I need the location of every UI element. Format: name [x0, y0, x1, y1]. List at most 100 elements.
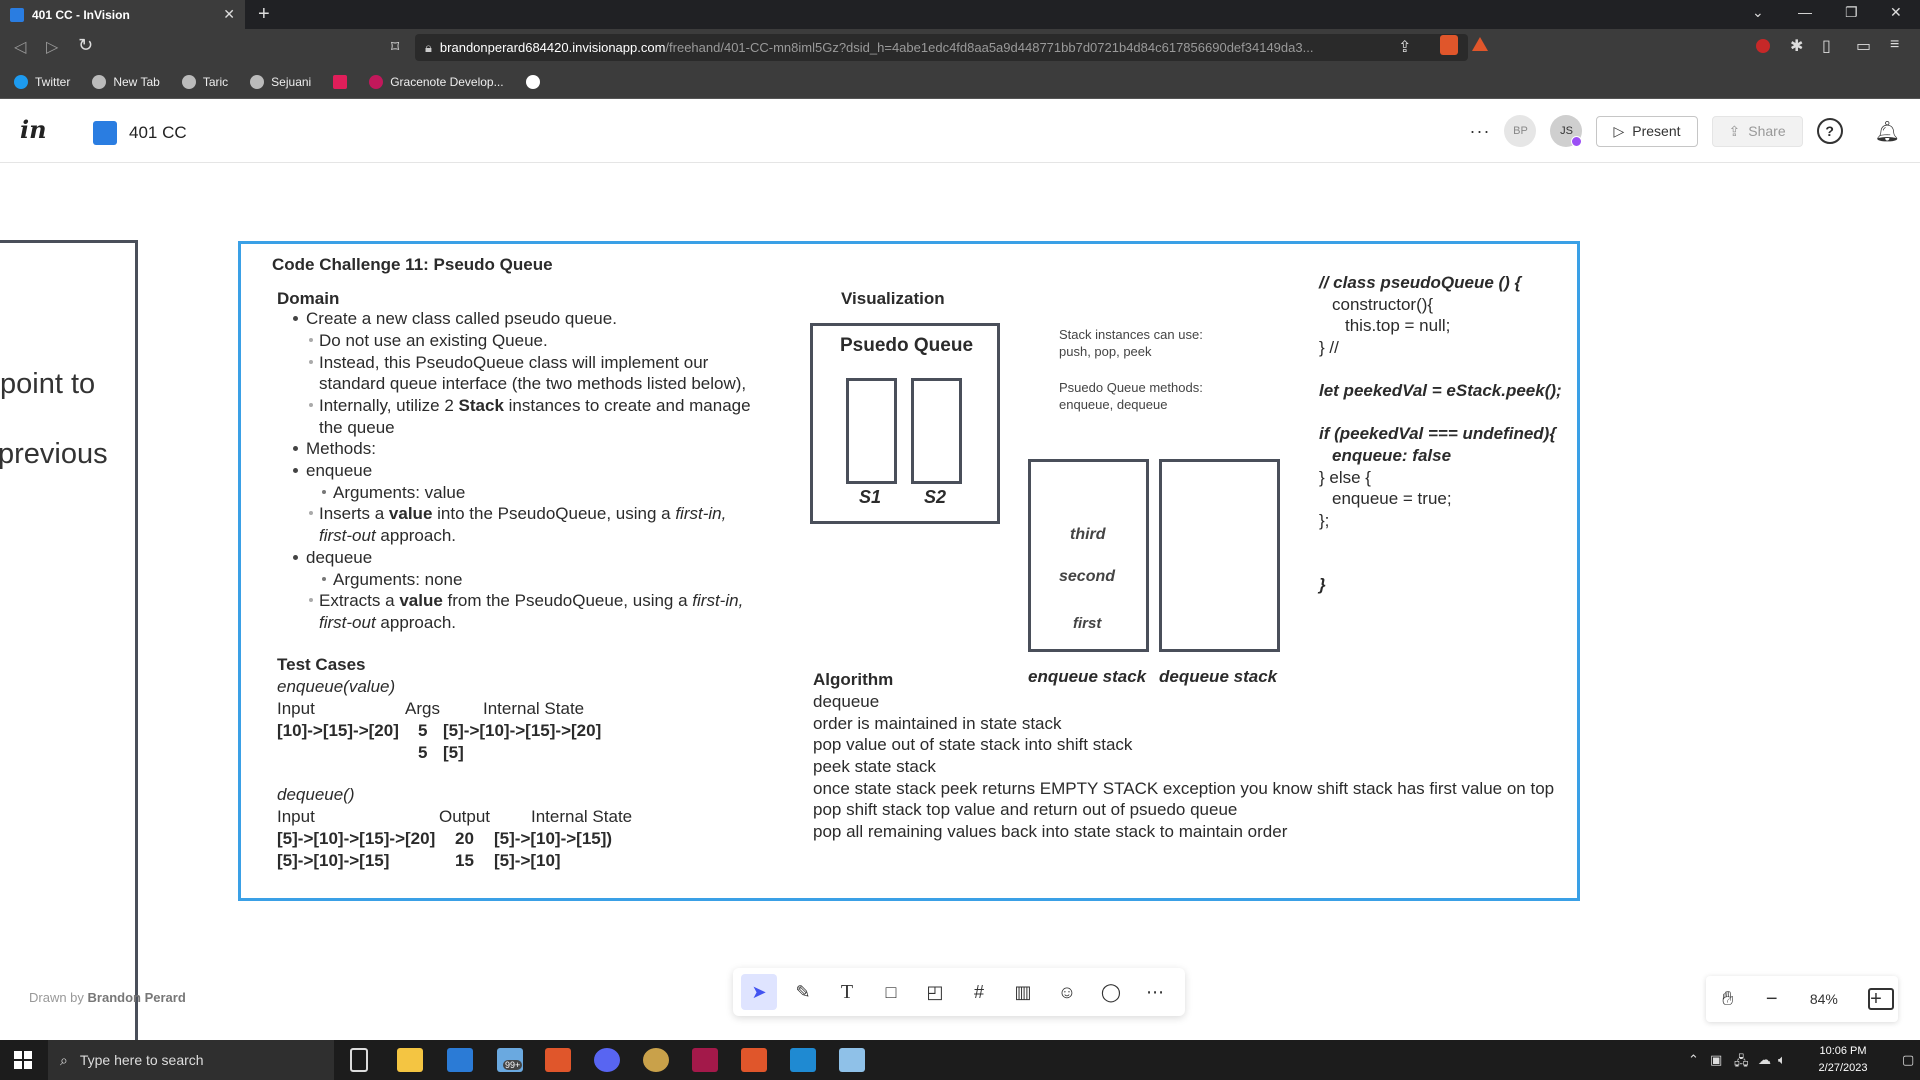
tray-chevron-icon[interactable]: ⌃ — [1688, 1052, 1699, 1068]
bookmark-slack[interactable] — [333, 75, 348, 89]
deq-header-input: Input — [277, 807, 315, 826]
sidebar-icon[interactable]: ▯ — [1822, 36, 1831, 56]
queue-methods-note-2: enqueue, dequeue — [1059, 397, 1168, 412]
windows-start-icon[interactable] — [14, 1051, 32, 1069]
zoom-level[interactable]: 84% — [1810, 991, 1838, 1007]
share-button[interactable]: ⇪ Share — [1711, 115, 1803, 147]
chart-tool-icon[interactable]: ▥ — [1005, 974, 1041, 1010]
more-tools-icon[interactable]: ⋯ — [1137, 974, 1173, 1010]
notifications-bell-icon[interactable]: 🔔︎ — [1875, 119, 1900, 144]
sticky-note-tool-icon[interactable]: ◰ — [917, 974, 953, 1010]
shape-tool-icon[interactable]: □ — [873, 974, 909, 1010]
back-icon[interactable]: ◁ — [14, 37, 26, 57]
search-icon: ⌕ — [60, 1051, 68, 1068]
enqueue-desc-1: Inserts a value into the PseudoQueue, us… — [319, 504, 727, 523]
extensions-icon[interactable]: ✱ — [1790, 36, 1803, 56]
screens-panel-icon[interactable] — [1868, 988, 1894, 1010]
windows-taskbar: ⌕ Type here to search 99+ ⌃ ▣ 🖧︎ ☁︎ 🔈︎ 1… — [0, 1040, 1920, 1080]
globe-icon — [92, 75, 107, 89]
sticker-tool-icon[interactable]: ☺ — [1049, 974, 1085, 1010]
visualization-heading: Visualization — [841, 289, 945, 308]
bookmark-icon[interactable]: ⌑ — [391, 37, 399, 57]
deq-row2-output: 15 — [455, 851, 474, 870]
enq-header-state: Internal State — [483, 699, 585, 718]
invision-favicon-icon — [10, 7, 24, 22]
bookmark-new-tab[interactable]: New Tab — [92, 75, 160, 89]
bookmark-gracenote[interactable]: Gracenote Develop... — [369, 75, 504, 89]
hand-tool-icon[interactable]: ✋︎ — [1722, 988, 1733, 1011]
tab-close-icon[interactable]: ✕ — [223, 6, 235, 23]
pen-tool-icon[interactable]: ✎ — [785, 974, 821, 1010]
reload-icon[interactable]: ↻ — [78, 35, 93, 56]
restore-icon[interactable]: ❐ — [1845, 4, 1858, 21]
select-tool-icon[interactable]: ➤ — [741, 974, 777, 1010]
discord-icon[interactable] — [594, 1048, 620, 1072]
app-icon[interactable] — [741, 1048, 767, 1072]
onedrive-icon[interactable]: ☁︎ — [1758, 1052, 1771, 1068]
header-actions: ··· BP JS ▷ Present ⇪ Share ? 🔔︎ — [1470, 115, 1900, 147]
dequeue-desc-2: first-out approach. — [319, 613, 457, 632]
address-bar[interactable]: 🔒︎ brandonperard684420.invisionapp.com /… — [415, 34, 1468, 61]
wallet-icon[interactable]: ▭ — [1856, 36, 1871, 56]
vmware-icon[interactable] — [692, 1048, 718, 1072]
file-explorer-icon[interactable] — [397, 1048, 423, 1072]
help-icon[interactable]: ? — [1816, 118, 1843, 144]
task-view-icon[interactable] — [350, 1048, 368, 1072]
globe-icon — [250, 75, 265, 89]
bullet — [309, 598, 313, 602]
more-options-icon[interactable]: ··· — [1470, 121, 1491, 142]
deq-header-output: Output — [439, 807, 491, 826]
league-client-icon[interactable] — [643, 1048, 669, 1072]
browser-tab-active[interactable]: 401 CC - InVision ✕ — [0, 0, 245, 29]
forward-icon[interactable]: ▷ — [46, 37, 58, 57]
domain-instead-2: standard queue interface (the two method… — [319, 374, 747, 393]
url-domain: brandonperard684420.invisionapp.com — [439, 40, 666, 55]
bookmark-taric[interactable]: Taric — [181, 75, 228, 89]
taskbar-search[interactable]: ⌕ Type here to search — [48, 1040, 334, 1080]
bullet — [293, 446, 298, 451]
app-icon[interactable] — [839, 1048, 865, 1072]
drawn-by-credit[interactable]: Drawn by Brandon Perard — [29, 990, 186, 1005]
document-title-area[interactable]: 401 CC — [93, 121, 187, 145]
microsoft-store-icon[interactable] — [447, 1048, 473, 1072]
bookmark-sejuani[interactable]: Sejuani — [250, 75, 311, 89]
comment-tool-icon[interactable]: ◯ — [1093, 974, 1129, 1010]
window-close-icon[interactable]: ✕ — [1890, 4, 1902, 21]
tray-device-icon[interactable]: ▣ — [1710, 1052, 1722, 1068]
avatar-bp[interactable]: BP — [1504, 115, 1537, 147]
network-icon[interactable]: 🖧︎ — [1734, 1052, 1749, 1074]
deq-row1-state: [5]->[10]->[15]) — [494, 829, 613, 848]
code-line-6: if (peekedVal === undefined){ — [1319, 424, 1556, 443]
tab-search-icon[interactable]: ⌄ — [1752, 4, 1764, 21]
text-tool-icon[interactable]: T — [829, 974, 865, 1010]
frame-tool-icon[interactable]: # — [961, 974, 997, 1010]
bookmark-twitter[interactable]: Twitter — [14, 75, 70, 89]
code-line-3: this.top = null; — [1345, 316, 1451, 335]
zoom-out-button[interactable]: − — [1766, 988, 1778, 1011]
mail-icon[interactable]: 99+ — [497, 1048, 523, 1072]
avatar-js[interactable]: JS — [1550, 115, 1583, 147]
ublock-extension-icon[interactable] — [1756, 39, 1770, 53]
brave-shields-icon[interactable] — [1440, 35, 1458, 55]
vscode-icon[interactable] — [790, 1048, 816, 1072]
enq-header-input: Input — [277, 699, 315, 718]
code-challenge-board[interactable]: Code Challenge 11: Pseudo Queue Domain C… — [238, 241, 1580, 901]
volume-icon[interactable]: 🔈︎ — [1778, 1052, 1786, 1068]
stack-methods-note-2: push, pop, peek — [1059, 344, 1152, 359]
present-button[interactable]: ▷ Present — [1596, 115, 1698, 147]
invision-logo[interactable]: in — [20, 115, 47, 144]
brave-browser-icon[interactable] — [545, 1048, 571, 1072]
notifications-icon[interactable]: ▢ — [1902, 1052, 1914, 1068]
bookmark-github[interactable] — [525, 75, 540, 89]
github-icon — [525, 75, 540, 89]
deq-row1-input: [5]->[10]->[15]->[20] — [277, 829, 436, 848]
system-clock[interactable]: 10:06 PM 2/27/2023 — [1795, 1043, 1891, 1077]
new-tab-button[interactable]: + — [258, 3, 270, 26]
share-page-icon[interactable]: ⇪ — [1398, 37, 1411, 57]
stack-s2-box — [911, 378, 962, 484]
menu-icon[interactable]: ≡ — [1890, 36, 1899, 54]
brave-rewards-icon[interactable] — [1472, 37, 1488, 51]
minimize-icon[interactable]: — — [1798, 4, 1812, 20]
dequeue-args: Arguments: none — [333, 570, 463, 589]
domain-methods: Methods: — [306, 439, 376, 458]
